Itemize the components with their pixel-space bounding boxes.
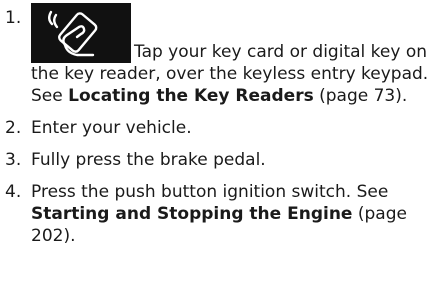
step-number: 4. — [5, 182, 22, 202]
step-4-reference-link[interactable]: Starting and Stopping the Engine — [31, 204, 352, 224]
step-1-text-after: (page 73). — [313, 86, 408, 106]
step-number: 2. — [5, 118, 22, 138]
step-number: 1. — [5, 8, 22, 28]
step-1-reference-link[interactable]: Locating the Key Readers — [68, 86, 314, 106]
step-4-text-before: Press the push button ignition switch. S… — [31, 182, 389, 202]
step-1: 1. Tap your key card or digital key on t… — [0, 0, 443, 107]
step-3-text: Fully press the brake pedal. — [31, 150, 266, 170]
step-4: 4. Press the push button ignition switch… — [0, 181, 443, 247]
step-number: 3. — [5, 150, 22, 170]
key-card-tap-icon — [31, 3, 131, 63]
instruction-steps: 1. Tap your key card or digital key on t… — [0, 0, 443, 247]
step-2-text: Enter your vehicle. — [31, 118, 192, 138]
step-3: 3. Fully press the brake pedal. — [0, 149, 443, 171]
step-2: 2. Enter your vehicle. — [0, 117, 443, 139]
